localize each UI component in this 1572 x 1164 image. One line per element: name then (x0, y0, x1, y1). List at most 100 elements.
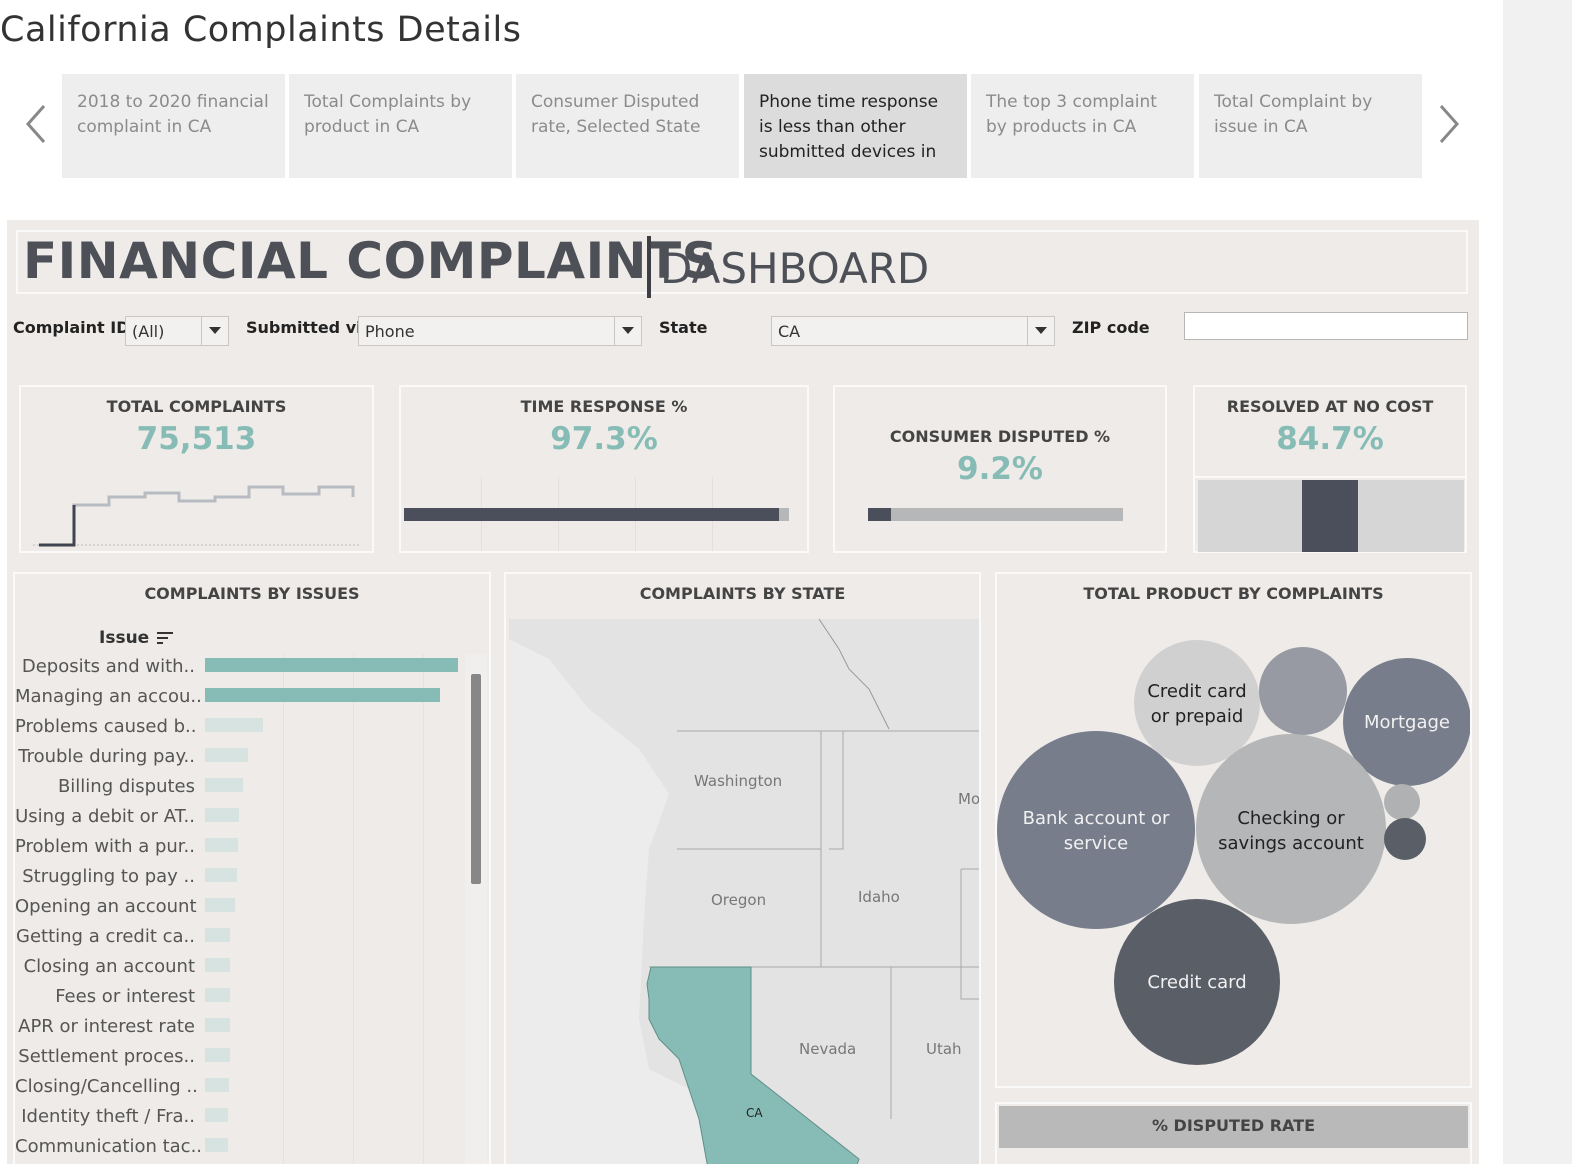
issue-label: Opening an account (15, 896, 197, 917)
bubble-label: Checking or savings account (1218, 808, 1364, 854)
zip-code-label: ZIP code (1072, 318, 1150, 337)
issue-label: Closing an account (23, 956, 195, 977)
issue-bar[interactable] (205, 898, 236, 912)
resolved-marker (1302, 480, 1358, 552)
issue-header-label: Issue (99, 628, 150, 648)
map-label-nevada: Nevada (799, 1040, 857, 1058)
bubble-label: Credit card (1147, 972, 1247, 993)
issue-label: Trouble during pay.. (18, 746, 195, 767)
bubble-unlabeled[interactable] (1384, 784, 1420, 820)
issue-label: Closing/Cancelling .. (15, 1076, 198, 1097)
bubble-unlabeled[interactable] (1259, 647, 1347, 735)
issue-label: APR or interest rate (18, 1016, 195, 1037)
complaint-id-dropdown[interactable]: (All) (125, 316, 229, 346)
map-label-oregon: Oregon (711, 891, 767, 909)
complaints-by-issues-panel: COMPLAINTS BY ISSUES Issue Deposits and … (13, 572, 491, 1164)
chevron-left-icon (25, 105, 46, 143)
bubble-unlabeled[interactable] (1384, 818, 1426, 860)
submitted-via-dropdown[interactable]: Phone (358, 316, 642, 346)
kpi-total-complaints-title: TOTAL COMPLAINTS (106, 397, 287, 416)
kpi-total-complaints-value: 75,513 (136, 421, 257, 457)
products-panel-title: TOTAL PRODUCT BY COMPLAINTS (1083, 584, 1384, 603)
dashboard: FINANCIAL COMPLAINTS DASHBOARD Complaint… (7, 220, 1479, 1164)
issue-bar[interactable] (205, 1048, 231, 1062)
consumer-disputed-track (868, 508, 1123, 521)
map-label-washington: Washington (694, 772, 783, 790)
kpi-consumer-disputed: CONSUMER DISPUTED % 9.2% (833, 385, 1167, 553)
story-point-4-active[interactable]: Phone time response is less than other s… (744, 74, 967, 178)
story-point-1[interactable]: 2018 to 2020 financial complaint in CA (62, 74, 285, 178)
issue-bar[interactable] (205, 658, 458, 672)
kpi-consumer-disputed-value: 9.2% (957, 451, 1043, 487)
issue-label: Communication tac.. (15, 1136, 203, 1157)
issue-bar[interactable] (205, 748, 248, 762)
chevron-down-icon (1027, 317, 1054, 345)
issue-bar[interactable] (205, 1108, 228, 1122)
issue-label: Using a debit or AT.. (15, 806, 195, 827)
issue-bar[interactable] (205, 808, 240, 822)
submitted-via-value: Phone (365, 322, 415, 341)
next-story-point-button[interactable] (1432, 102, 1466, 146)
time-response-fill (404, 508, 779, 521)
issue-label: Deposits and with.. (21, 656, 195, 677)
issue-bar[interactable] (205, 718, 264, 732)
total-product-by-complaints-panel: TOTAL PRODUCT BY COMPLAINTS Credit card … (995, 572, 1472, 1088)
sort-icon[interactable] (157, 631, 174, 645)
issue-label: Problem with a pur.. (15, 836, 195, 857)
kpi-resolved-no-cost-title: RESOLVED AT NO COST (1226, 397, 1434, 416)
issues-panel-title: COMPLAINTS BY ISSUES (144, 584, 360, 603)
issue-label: Billing disputes (57, 776, 195, 797)
story-point-2[interactable]: Total Complaints by product in CA (289, 74, 512, 178)
submitted-via-label: Submitted via (246, 318, 373, 337)
issue-label: Struggling to pay .. (22, 866, 195, 887)
issue-column-header[interactable]: Issue (99, 628, 174, 648)
bubble-label: Credit card or prepaid (1147, 681, 1247, 727)
issue-label: Getting a credit ca.. (16, 926, 195, 947)
issue-label: Fees or interest (55, 986, 195, 1007)
complaint-id-value: (All) (132, 322, 165, 341)
kpi-total-complaints: TOTAL COMPLAINTS 75,513 (19, 385, 374, 553)
story-point-6[interactable]: Total Complaint by issue in CA (1199, 74, 1422, 178)
kpi-resolved-no-cost-value: 84.7% (1276, 421, 1384, 457)
story-point-5[interactable]: The top 3 complaint by products in CA (971, 74, 1194, 178)
issue-bar[interactable] (205, 988, 231, 1002)
zip-code-input[interactable] (1184, 312, 1468, 340)
chevron-right-icon (1439, 105, 1460, 143)
complaint-id-label: Complaint ID (13, 318, 130, 337)
title-divider (647, 236, 651, 298)
issue-bar[interactable] (205, 868, 237, 882)
state-label: State (659, 318, 708, 337)
issue-bar[interactable] (205, 1138, 228, 1152)
story-point-3[interactable]: Consumer Disputed rate, Selected State (516, 74, 739, 178)
dashboard-title: FINANCIAL COMPLAINTS (23, 232, 719, 290)
issue-bar[interactable] (205, 958, 231, 972)
issue-bar[interactable] (205, 838, 238, 852)
map-label-utah: Utah (926, 1040, 962, 1058)
issues-scrollbar-thumb[interactable] (471, 674, 481, 884)
issue-label: Settlement proces.. (18, 1046, 195, 1067)
disputed-rate-panel: % DISPUTED RATE (995, 1102, 1472, 1164)
state-dropdown[interactable]: CA (771, 316, 1055, 346)
bubble-label: Bank account or service (1022, 808, 1170, 854)
issue-bar[interactable] (205, 688, 441, 702)
kpi-resolved-no-cost: RESOLVED AT NO COST 84.7% (1193, 385, 1467, 553)
bubble-label: Mortgage (1364, 712, 1450, 733)
issue-label: Problems caused b.. (15, 716, 197, 737)
disputed-rate-title: % DISPUTED RATE (1151, 1116, 1316, 1135)
kpi-consumer-disputed-title: CONSUMER DISPUTED % (889, 427, 1111, 446)
dashboard-subtitle: DASHBOARD (660, 244, 930, 293)
chevron-down-icon (201, 317, 228, 345)
map-label-california: CA (746, 1106, 763, 1120)
issue-bar[interactable] (205, 778, 243, 792)
map-label-idaho: Idaho (858, 888, 900, 906)
issue-label: Managing an accou.. (15, 686, 202, 707)
kpi-time-response: TIME RESPONSE % 97.3% (399, 385, 809, 553)
issue-label: Identity theft / Fra.. (21, 1106, 195, 1127)
issue-bar[interactable] (205, 928, 231, 942)
issue-bar[interactable] (205, 1078, 230, 1092)
issues-bar-chart: Deposits and with.. Managing an accou.. Pr… (15, 652, 465, 1164)
divider (1195, 476, 1465, 478)
previous-story-point-button[interactable] (19, 102, 53, 146)
story-title: California Complaints Details (0, 10, 522, 50)
issue-bar[interactable] (205, 1018, 231, 1032)
